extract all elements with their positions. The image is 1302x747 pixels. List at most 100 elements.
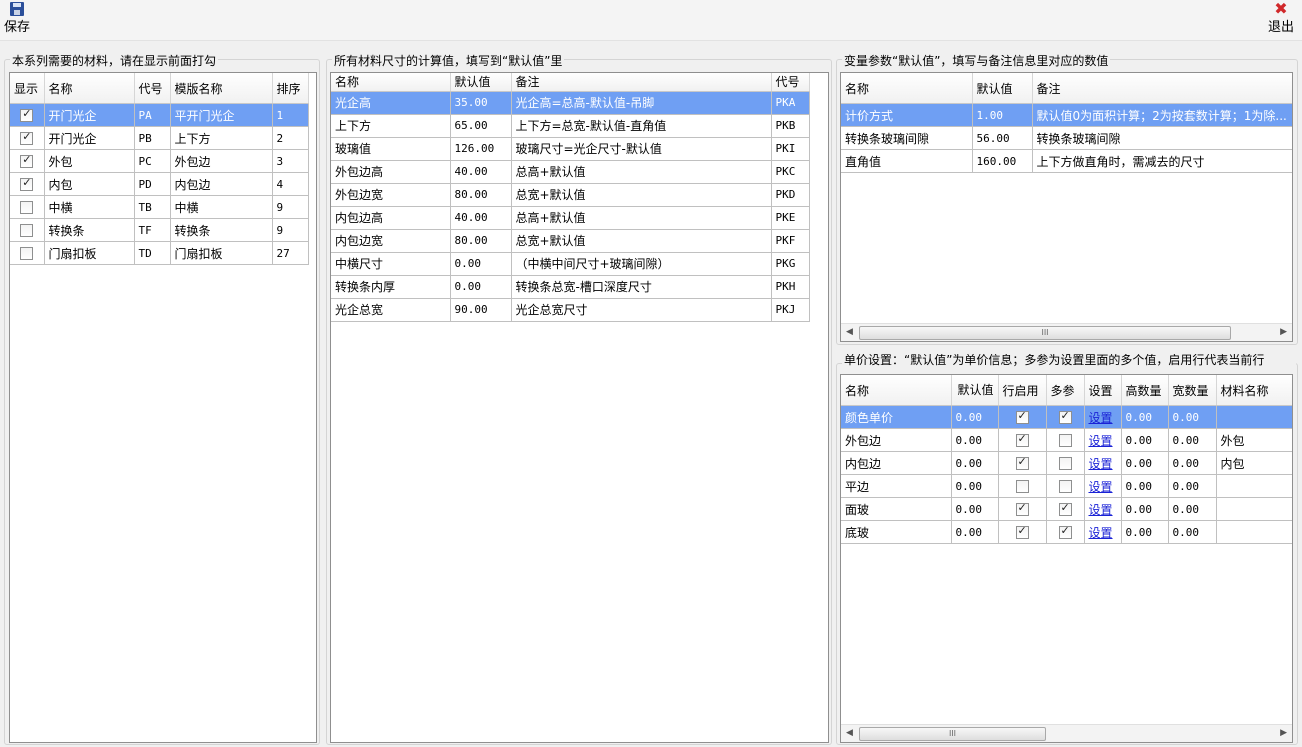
price-height-qty-cell[interactable]: 0.00 — [1121, 428, 1169, 452]
row-enabled-checkbox[interactable] — [1015, 432, 1029, 447]
size-note-cell[interactable]: 光企总宽尺寸 — [511, 298, 772, 322]
price-enabled-cell[interactable] — [998, 474, 1047, 498]
setting-link[interactable]: 设置 — [1089, 480, 1113, 494]
multi-param-checkbox[interactable] — [1058, 501, 1072, 516]
table-row[interactable]: 光企高 35.00 光企高=总高-默认值-吊脚 PKA — [331, 91, 810, 115]
material-template-cell[interactable]: 门扇扣板 — [170, 241, 273, 265]
price-multi-cell[interactable] — [1046, 451, 1085, 475]
table-row[interactable]: 中横尺寸 0.00 （中横中间尺寸+玻璃间隙） PKG — [331, 252, 810, 276]
param-default-cell[interactable]: 56.00 — [972, 126, 1033, 150]
table-row[interactable]: 外包边高 40.00 总高+默认值 PKC — [331, 160, 810, 184]
col-header-name[interactable]: 名称 — [44, 73, 135, 104]
size-code-cell[interactable]: PKC — [771, 160, 810, 184]
price-setting-cell[interactable]: 设置 — [1084, 474, 1122, 498]
price-name-cell[interactable]: 底玻 — [841, 520, 952, 544]
price-setting-cell[interactable]: 设置 — [1084, 497, 1122, 521]
material-order-cell[interactable]: 2 — [272, 126, 309, 150]
size-code-cell[interactable]: PKA — [771, 91, 810, 115]
col-header-name[interactable]: 名称 — [331, 73, 451, 92]
size-name-cell[interactable]: 上下方 — [331, 114, 451, 138]
price-default-cell[interactable]: 0.00 — [951, 474, 999, 498]
material-code-cell[interactable]: TD — [134, 241, 171, 265]
price-enabled-cell[interactable] — [998, 405, 1047, 429]
setting-link[interactable]: 设置 — [1089, 526, 1113, 540]
setting-link[interactable]: 设置 — [1089, 503, 1113, 517]
material-name-cell[interactable]: 中横 — [44, 195, 135, 219]
row-enabled-checkbox[interactable] — [1015, 480, 1029, 493]
price-material-name-cell[interactable] — [1216, 474, 1292, 498]
material-code-cell[interactable]: TF — [134, 218, 171, 242]
material-template-cell[interactable]: 外包边 — [170, 149, 273, 173]
price-material-name-cell[interactable]: 内包 — [1216, 451, 1292, 475]
col-header-note[interactable]: 备注 — [1032, 73, 1292, 104]
show-checkbox[interactable] — [20, 247, 34, 260]
material-order-cell[interactable]: 9 — [272, 195, 309, 219]
scroll-thumb[interactable]: III — [859, 727, 1046, 741]
material-name-cell[interactable]: 内包 — [44, 172, 135, 196]
table-row[interactable]: 内包边0.00设置0.000.00内包 — [841, 451, 1292, 475]
price-setting-cell[interactable]: 设置 — [1084, 451, 1122, 475]
col-header-name[interactable]: 名称 — [841, 73, 973, 104]
size-name-cell[interactable]: 内包边高 — [331, 206, 451, 230]
price-name-cell[interactable]: 内包边 — [841, 451, 952, 475]
param-name-cell[interactable]: 计价方式 — [841, 103, 973, 127]
col-header-note[interactable]: 备注 — [511, 73, 772, 92]
size-name-cell[interactable]: 外包边宽 — [331, 183, 451, 207]
show-checkbox[interactable] — [20, 153, 34, 168]
col-header-enabled[interactable]: 行启用 — [998, 375, 1047, 406]
price-name-cell[interactable]: 颜色单价 — [841, 405, 952, 429]
scroll-right-arrow-icon[interactable]: ▶ — [1280, 728, 1287, 738]
material-code-cell[interactable]: TB — [134, 195, 171, 219]
size-default-cell[interactable]: 0.00 — [450, 252, 512, 276]
table-row[interactable]: 内包边高 40.00 总高+默认值 PKE — [331, 206, 810, 230]
price-material-name-cell[interactable] — [1216, 405, 1292, 429]
row-enabled-checkbox[interactable] — [1015, 524, 1029, 539]
scroll-right-arrow-icon[interactable]: ▶ — [1280, 327, 1287, 337]
material-template-cell[interactable]: 上下方 — [170, 126, 273, 150]
params-hscrollbar[interactable]: ◀ III ▶ — [841, 323, 1292, 341]
size-default-cell[interactable]: 65.00 — [450, 114, 512, 138]
table-row[interactable]: 内包边宽 80.00 总宽+默认值 PKF — [331, 229, 810, 253]
size-code-cell[interactable]: PKG — [771, 252, 810, 276]
table-row[interactable]: 直角值 160.00 上下方做直角时，需减去的尺寸 — [841, 149, 1292, 173]
price-default-cell[interactable]: 0.00 — [951, 497, 999, 521]
price-width-qty-cell[interactable]: 0.00 — [1168, 451, 1217, 475]
size-name-cell[interactable]: 光企总宽 — [331, 298, 451, 322]
col-header-height-qty[interactable]: 高数量 — [1121, 375, 1169, 406]
show-checkbox-cell[interactable] — [10, 172, 45, 196]
param-name-cell[interactable]: 转换条玻璃间隙 — [841, 126, 973, 150]
show-checkbox[interactable] — [20, 201, 34, 214]
param-note-cell[interactable]: 默认值0为面积计算；2为按套数计算；1为除... — [1032, 103, 1292, 127]
price-material-name-cell[interactable] — [1216, 497, 1292, 521]
price-setting-cell[interactable]: 设置 — [1084, 405, 1122, 429]
price-enabled-cell[interactable] — [998, 451, 1047, 475]
col-header-width-qty[interactable]: 宽数量 — [1168, 375, 1217, 406]
price-material-name-cell[interactable] — [1216, 520, 1292, 544]
price-width-qty-cell[interactable]: 0.00 — [1168, 474, 1217, 498]
material-code-cell[interactable]: PC — [134, 149, 171, 173]
price-enabled-cell[interactable] — [998, 428, 1047, 452]
setting-link[interactable]: 设置 — [1089, 457, 1113, 471]
price-multi-cell[interactable] — [1046, 497, 1085, 521]
param-note-cell[interactable]: 上下方做直角时，需减去的尺寸 — [1032, 149, 1292, 173]
material-template-cell[interactable]: 中横 — [170, 195, 273, 219]
size-note-cell[interactable]: 玻璃尺寸=光企尺寸-默认值 — [511, 137, 772, 161]
size-note-cell[interactable]: 转换条总宽-槽口深度尺寸 — [511, 275, 772, 299]
price-width-qty-cell[interactable]: 0.00 — [1168, 497, 1217, 521]
table-row[interactable]: 光企总宽 90.00 光企总宽尺寸 PKJ — [331, 298, 810, 322]
price-multi-cell[interactable] — [1046, 428, 1085, 452]
show-checkbox[interactable] — [20, 130, 34, 145]
material-name-cell[interactable]: 门扇扣板 — [44, 241, 135, 265]
col-header-setting[interactable]: 设置 — [1084, 375, 1122, 406]
row-enabled-checkbox[interactable] — [1015, 501, 1029, 516]
price-material-name-cell[interactable]: 外包 — [1216, 428, 1292, 452]
price-height-qty-cell[interactable]: 0.00 — [1121, 497, 1169, 521]
price-height-qty-cell[interactable]: 0.00 — [1121, 451, 1169, 475]
size-code-cell[interactable]: PKI — [771, 137, 810, 161]
show-checkbox[interactable] — [20, 224, 34, 237]
table-row[interactable]: 中横 TB 中横 9 — [10, 195, 309, 219]
price-multi-cell[interactable] — [1046, 520, 1085, 544]
table-row[interactable]: 上下方 65.00 上下方=总宽-默认值-直角值 PKB — [331, 114, 810, 138]
material-name-cell[interactable]: 转换条 — [44, 218, 135, 242]
table-row[interactable]: 转换条玻璃间隙 56.00 转换条玻璃间隙 — [841, 126, 1292, 150]
